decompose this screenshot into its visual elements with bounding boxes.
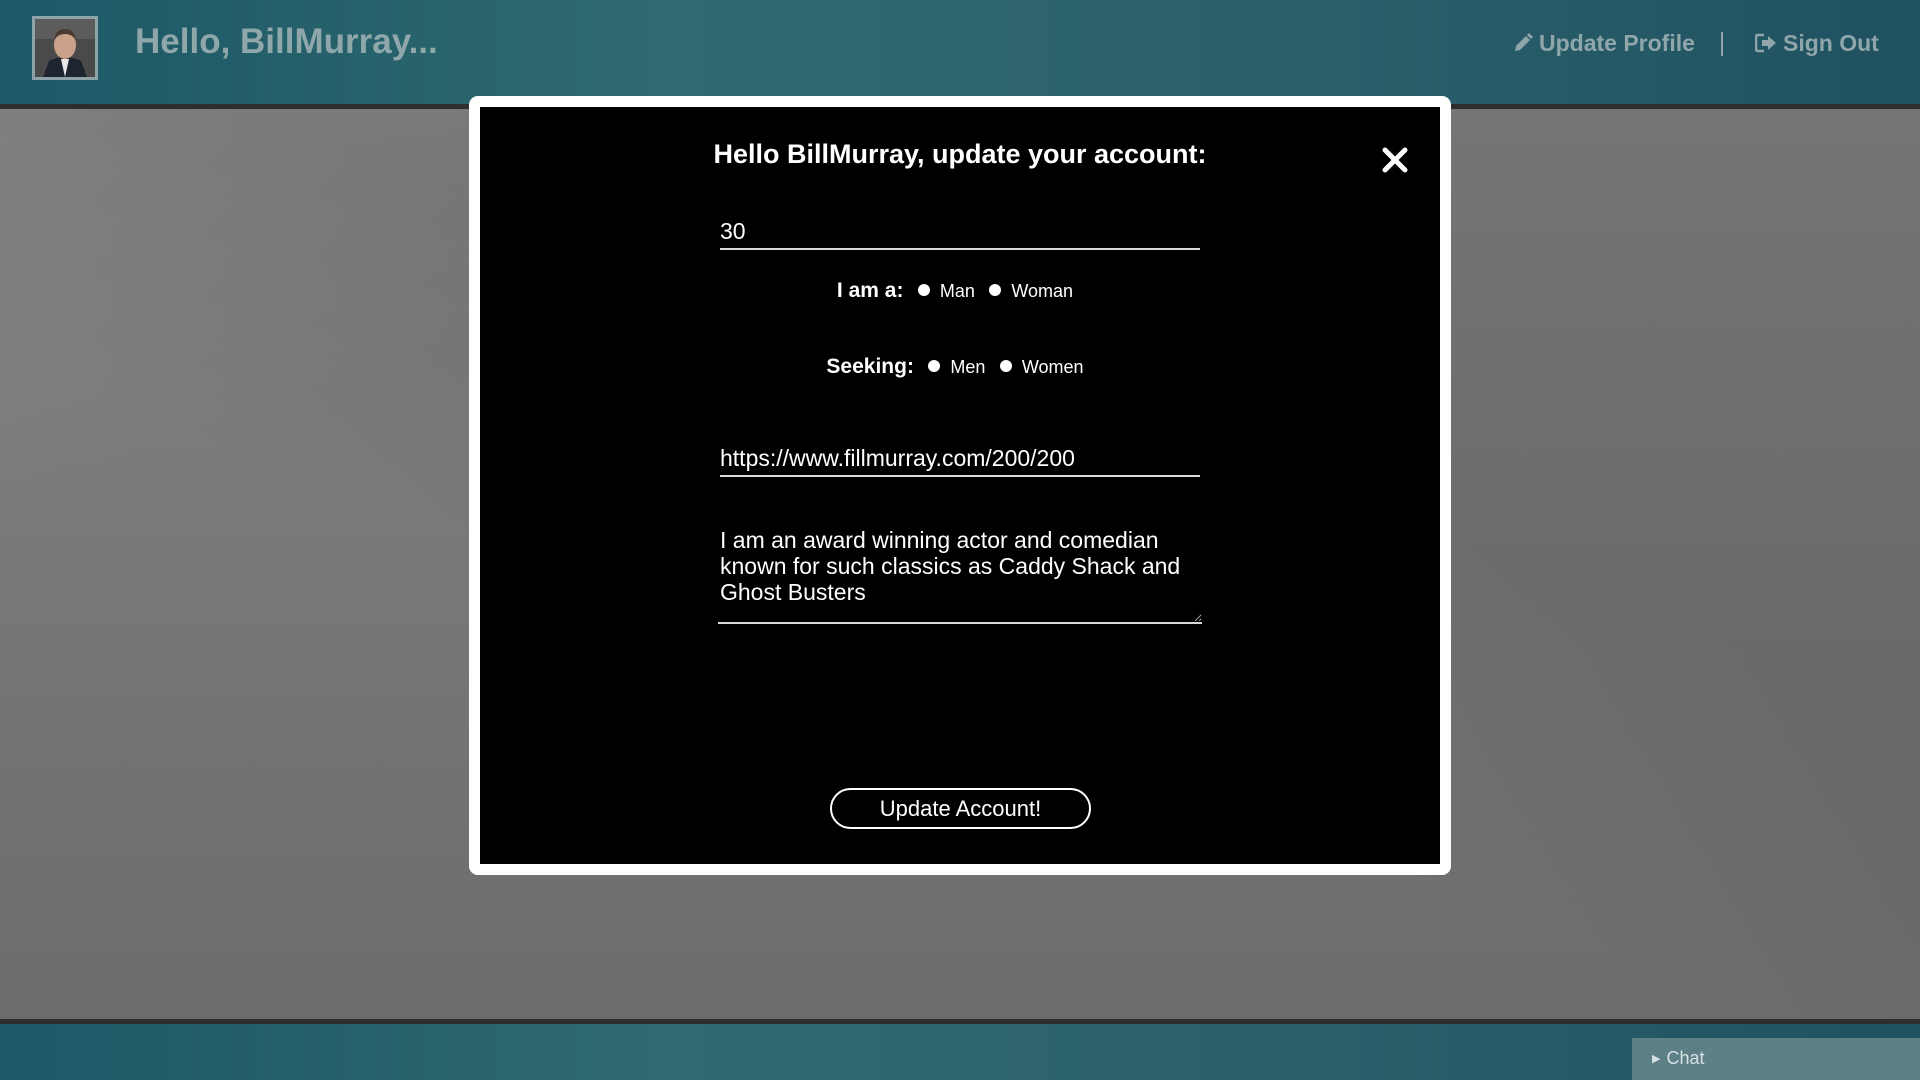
- photo-url-input[interactable]: [720, 444, 1200, 477]
- gender-label: I am a:: [836, 279, 904, 302]
- radio-women-label[interactable]: Women: [1022, 357, 1084, 377]
- close-icon[interactable]: [1380, 145, 1410, 175]
- radio-man[interactable]: [917, 284, 930, 296]
- seeking-label: Seeking:: [826, 355, 914, 378]
- modal-content: Hello BillMurray, update your account: I…: [480, 107, 1440, 864]
- age-input[interactable]: [720, 217, 1200, 250]
- update-account-modal: Hello BillMurray, update your account: I…: [469, 96, 1451, 875]
- radio-woman[interactable]: [989, 284, 1002, 296]
- radio-man-label[interactable]: Man: [940, 281, 975, 301]
- seeking-radio-group: Seeking: Men Women: [480, 355, 1440, 379]
- bio-textarea[interactable]: I am an award winning actor and comedian…: [718, 525, 1202, 624]
- radio-men[interactable]: [928, 360, 941, 372]
- update-account-button[interactable]: Update Account!: [830, 788, 1091, 829]
- modal-title: Hello BillMurray, update your account:: [713, 139, 1207, 169]
- radio-woman-label[interactable]: Woman: [1011, 281, 1073, 301]
- gender-radio-group: I am a: Man Woman: [480, 279, 1440, 303]
- radio-women[interactable]: [999, 360, 1012, 372]
- radio-men-label[interactable]: Men: [950, 357, 985, 377]
